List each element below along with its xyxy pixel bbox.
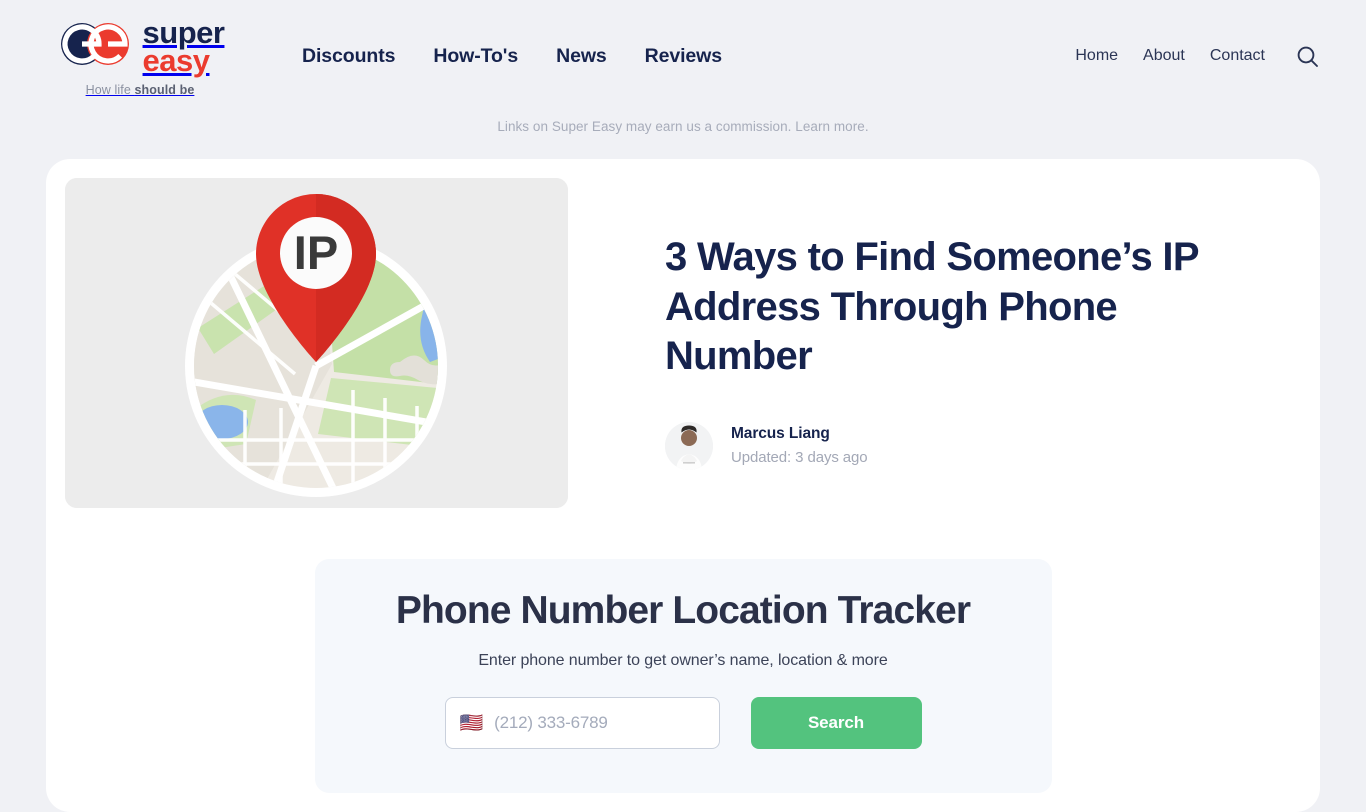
nav-item-home[interactable]: Home bbox=[1075, 47, 1118, 65]
superEasy-double-e-logo-icon bbox=[56, 21, 134, 72]
nav-item-news[interactable]: News bbox=[556, 45, 607, 68]
phone-tracker-widget: Phone Number Location Tracker Enter phon… bbox=[314, 559, 1052, 793]
affiliate-disclaimer-text: Links on Super Easy may earn us a commis… bbox=[497, 119, 792, 134]
author-name[interactable]: Marcus Liang bbox=[731, 425, 868, 443]
tracker-title: Phone Number Location Tracker bbox=[395, 589, 971, 632]
phone-number-field[interactable]: 🇺🇸 bbox=[444, 697, 720, 749]
brand-word-easy: easy bbox=[142, 42, 210, 78]
brand-row: super easy bbox=[56, 17, 225, 78]
brand-logo-link[interactable]: super easy How life should be bbox=[40, 17, 240, 97]
tracker-search-button[interactable]: Search bbox=[750, 697, 922, 749]
article-header-row: IP 3 Ways to Find Someone’s IP Address T… bbox=[65, 178, 1301, 508]
author-avatar bbox=[665, 421, 713, 470]
article-hero-image: IP bbox=[65, 178, 568, 508]
nav-item-reviews[interactable]: Reviews bbox=[645, 45, 722, 68]
article-byline: Marcus Liang Updated: 3 days ago bbox=[665, 421, 1261, 470]
brand-tagline: How life should be bbox=[86, 83, 195, 97]
brand-tagline-strong: should be bbox=[134, 82, 195, 97]
site-header: super easy How life should be Discounts … bbox=[0, 0, 1366, 112]
nav-item-contact[interactable]: Contact bbox=[1210, 47, 1265, 65]
article-card: IP 3 Ways to Find Someone’s IP Address T… bbox=[46, 159, 1320, 812]
tracker-form: 🇺🇸 Search bbox=[355, 697, 1012, 749]
article-meta-column: 3 Ways to Find Someone’s IP Address Thro… bbox=[568, 178, 1301, 470]
brand-tagline-prefix: How life bbox=[85, 82, 135, 97]
search-icon[interactable] bbox=[1293, 42, 1322, 71]
utility-navigation: Home About Contact bbox=[1075, 42, 1322, 71]
phone-number-input[interactable] bbox=[494, 713, 716, 733]
brand-wordmark: super easy bbox=[142, 17, 225, 78]
learn-more-link[interactable]: Learn more. bbox=[795, 119, 868, 134]
article-title: 3 Ways to Find Someone’s IP Address Thro… bbox=[665, 235, 1199, 379]
tracker-subtitle: Enter phone number to get owner’s name, … bbox=[478, 652, 888, 669]
nav-item-about[interactable]: About bbox=[1143, 47, 1185, 65]
affiliate-disclaimer: Links on Super Easy may earn us a commis… bbox=[0, 112, 1366, 134]
nav-item-how-tos[interactable]: How-To's bbox=[433, 45, 518, 68]
us-flag-icon: 🇺🇸 bbox=[459, 712, 484, 734]
primary-navigation: Discounts How-To's News Reviews bbox=[302, 45, 722, 68]
byline-text: Marcus Liang Updated: 3 days ago bbox=[731, 425, 868, 466]
nav-item-discounts[interactable]: Discounts bbox=[302, 45, 395, 68]
updated-timestamp: Updated: 3 days ago bbox=[731, 449, 868, 467]
svg-text:IP: IP bbox=[294, 226, 338, 279]
